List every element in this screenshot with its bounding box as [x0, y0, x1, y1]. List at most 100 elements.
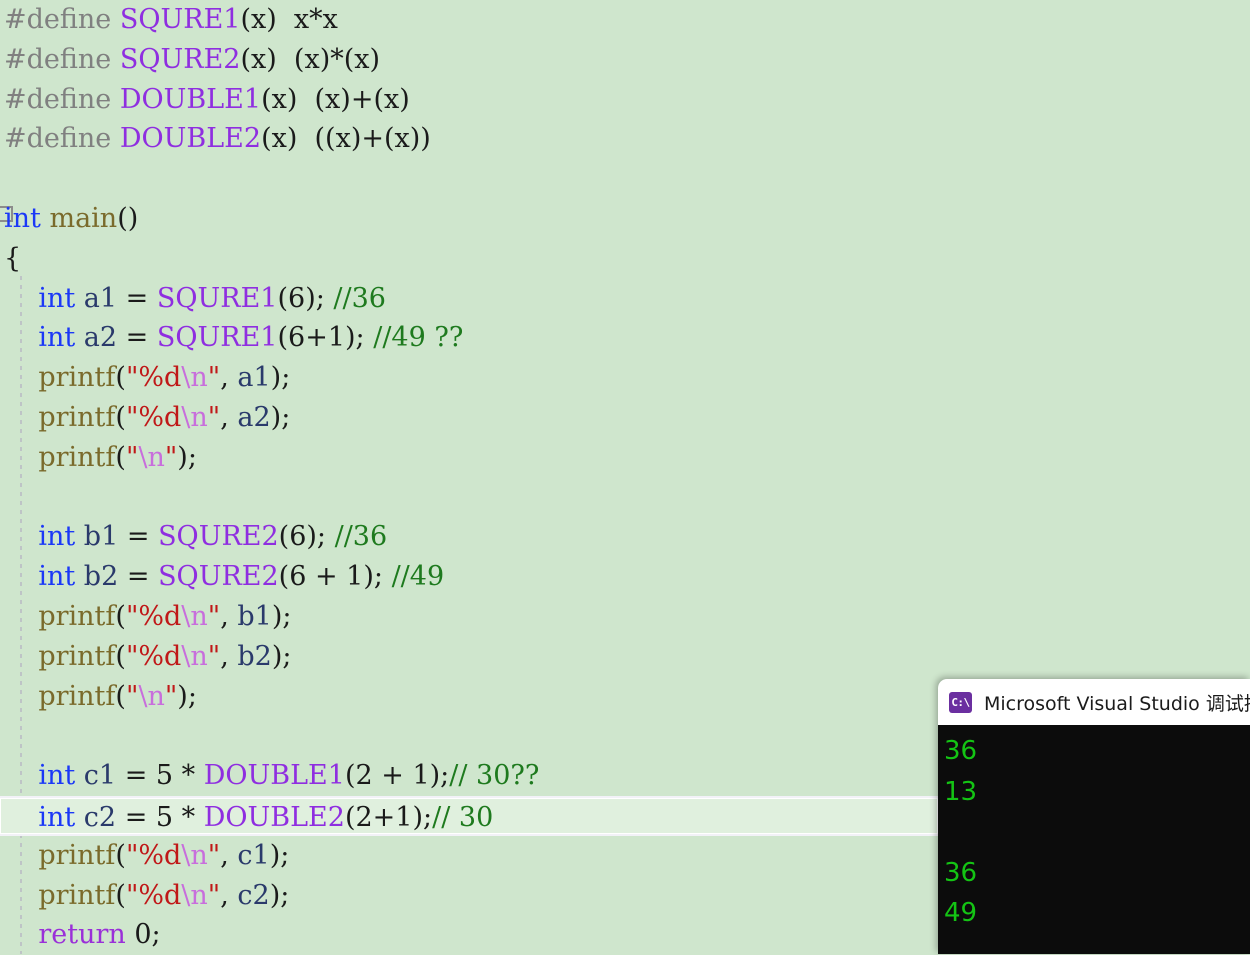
code-token: #define [4, 44, 120, 75]
code-line-printf-b2[interactable]: printf("%d\n", b2); [0, 637, 1250, 677]
code-token: printf [4, 641, 115, 672]
console-output-area[interactable]: 3613 3649 1830 [938, 725, 1250, 954]
code-token: int [4, 322, 84, 353]
code-line-printf-b1[interactable]: printf("%d\n", b1); [0, 597, 1250, 637]
code-token: 0; [134, 919, 160, 950]
code-token: " [208, 362, 220, 393]
code-token: printf [4, 442, 115, 473]
code-token: int [4, 561, 84, 592]
code-line-decl-c2[interactable]: int c2 = 5 * DOUBLE2(2+1);// 30 [0, 796, 938, 836]
code-token: (x) ((x)+(x)) [261, 123, 431, 154]
code-token: " [208, 840, 220, 871]
code-token: #define [4, 123, 120, 154]
console-output-line: 36 [944, 853, 1250, 894]
code-token: " [208, 402, 220, 433]
code-token: , [220, 601, 237, 632]
code-token: ( [115, 601, 126, 632]
code-token: " [208, 601, 220, 632]
code-token: \n [181, 840, 208, 871]
code-token: (x) x*x [240, 4, 337, 35]
code-token: \n [181, 402, 208, 433]
code-token: b1 [237, 601, 271, 632]
code-token: SQURE1 [120, 4, 241, 35]
code-token: main [49, 203, 117, 234]
code-token: " [208, 641, 220, 672]
code-token: // 30 [432, 802, 493, 833]
code-token: #define [4, 4, 120, 35]
code-token: // 30?? [449, 760, 539, 791]
code-token: "%d [126, 641, 181, 672]
code-token: #define [4, 84, 120, 115]
console-title-bar[interactable]: C:\ Microsoft Visual Studio 调试控制 [938, 679, 1250, 725]
code-line-open-brace[interactable]: { [0, 239, 1250, 279]
code-token: ( [115, 681, 126, 712]
code-token: , [220, 402, 237, 433]
code-token: ( [115, 402, 126, 433]
code-token: { [4, 243, 21, 274]
code-token: //49 ?? [373, 322, 463, 353]
console-output-line: 36 [944, 731, 1250, 772]
code-token: ( [115, 442, 126, 473]
code-token: SQURE2 [120, 44, 241, 75]
code-token: (6); [279, 521, 335, 552]
code-token: ); [270, 840, 290, 871]
code-token: SQURE1 [157, 283, 278, 314]
code-token: b1 [84, 521, 118, 552]
code-token: int [4, 760, 84, 791]
code-line-define-double1[interactable]: #define DOUBLE1(x) (x)+(x) [0, 80, 1250, 120]
code-line-printf-a2[interactable]: printf("%d\n", a2); [0, 398, 1250, 438]
code-token: ); [270, 880, 290, 911]
code-token: "%d [126, 880, 181, 911]
code-line-define-squre2[interactable]: #define SQURE2(x) (x)*(x) [0, 40, 1250, 80]
code-line-decl-b1[interactable]: int b1 = SQURE2(6); //36 [0, 517, 1250, 557]
code-token: = [117, 283, 157, 314]
code-token: ); [271, 402, 291, 433]
code-line-main-signature[interactable]: int main() [0, 199, 1250, 239]
code-token: (6 + 1); [279, 561, 392, 592]
code-line-decl-a2[interactable]: int a2 = SQURE1(6+1); //49 ?? [0, 318, 1250, 358]
console-output-line [944, 812, 1250, 853]
code-line-decl-a1[interactable]: int a1 = SQURE1(6); //36 [0, 279, 1250, 319]
code-token: "%d [126, 362, 181, 393]
code-token: //36 [333, 283, 386, 314]
code-token: ); [177, 442, 197, 473]
console-output-line: 13 [944, 772, 1250, 813]
code-token: (6); [277, 283, 333, 314]
code-line-blank-1[interactable] [0, 159, 1250, 199]
code-token: //36 [335, 521, 388, 552]
code-token: ); [272, 601, 292, 632]
code-line-define-double2[interactable]: #define DOUBLE2(x) ((x)+(x)) [0, 119, 1250, 159]
code-token: int [4, 283, 84, 314]
debug-console-window[interactable]: C:\ Microsoft Visual Studio 调试控制 3613 36… [938, 679, 1250, 954]
code-token: ); [177, 681, 197, 712]
code-token: = 5 * [116, 802, 204, 833]
code-token: = [117, 322, 157, 353]
code-token: return [4, 919, 134, 950]
code-token: ); [272, 641, 292, 672]
code-token: ( [115, 840, 126, 871]
console-window-title: Microsoft Visual Studio 调试控制 [984, 689, 1250, 716]
code-token: = 5 * [116, 760, 204, 791]
code-token: " [126, 442, 138, 473]
code-token: DOUBLE1 [120, 84, 261, 115]
code-line-define-squre1[interactable]: #define SQURE1(x) x*x [0, 0, 1250, 40]
code-token: (x) (x)+(x) [261, 84, 410, 115]
code-token: ( [115, 641, 126, 672]
code-token: , [220, 362, 237, 393]
code-token: //49 [392, 561, 445, 592]
code-token: b2 [237, 641, 271, 672]
code-token: " [165, 681, 177, 712]
code-token: printf [4, 601, 115, 632]
code-token: , [220, 840, 237, 871]
code-token: DOUBLE2 [120, 123, 261, 154]
code-token: printf [4, 880, 115, 911]
code-token: \n [138, 442, 165, 473]
code-token: "%d [126, 601, 181, 632]
code-line-printf-a1[interactable]: printf("%d\n", a1); [0, 358, 1250, 398]
code-line-decl-b2[interactable]: int b2 = SQURE2(6 + 1); //49 [0, 557, 1250, 597]
code-line-printf-newline-1[interactable]: printf("\n"); [0, 438, 1250, 478]
code-token: (6+1); [277, 322, 373, 353]
code-token: c1 [84, 760, 116, 791]
code-line-blank-2[interactable] [0, 478, 1250, 518]
code-token: ); [271, 362, 291, 393]
